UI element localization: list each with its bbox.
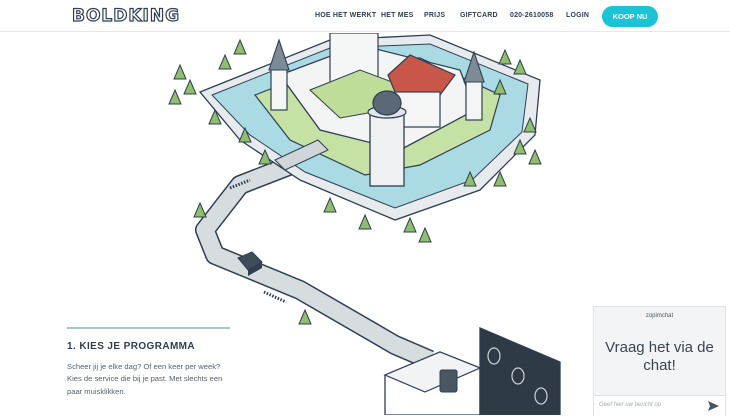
top-navigation: BOLDKING HOE HET WERKT HET MES PRIJS GIF…: [0, 0, 730, 32]
send-icon[interactable]: [708, 401, 719, 411]
boldking-logo[interactable]: BOLDKING: [71, 5, 180, 26]
chat-message: Vraag het via de chat!: [605, 339, 714, 374]
nav-prijs[interactable]: PRIJS: [424, 12, 445, 19]
chat-widget[interactable]: zopimchat Vraag het via de chat! Geef hi…: [593, 306, 726, 416]
nav-giftcard[interactable]: GIFTCARD: [460, 12, 498, 19]
step-title: 1. KIES JE PROGRAMMA: [67, 341, 196, 352]
chat-input[interactable]: Geef hier uw bericht op: [594, 395, 725, 416]
nav-phone[interactable]: 020-2610058: [510, 12, 553, 19]
chat-input-placeholder: Geef hier uw bericht op: [599, 402, 662, 408]
nav-login[interactable]: LOGIN: [566, 12, 589, 19]
section-divider: [67, 327, 230, 329]
nav-hoe-het-werkt[interactable]: HOE HET WERKT: [315, 12, 376, 19]
chat-brand: zopimchat: [645, 313, 674, 319]
koop-nu-button[interactable]: KOOP NU: [602, 6, 658, 27]
nav-het-mes[interactable]: HET MES: [381, 12, 414, 19]
step-description: Scheer jij je elke dag? Of een keer per …: [67, 362, 223, 396]
